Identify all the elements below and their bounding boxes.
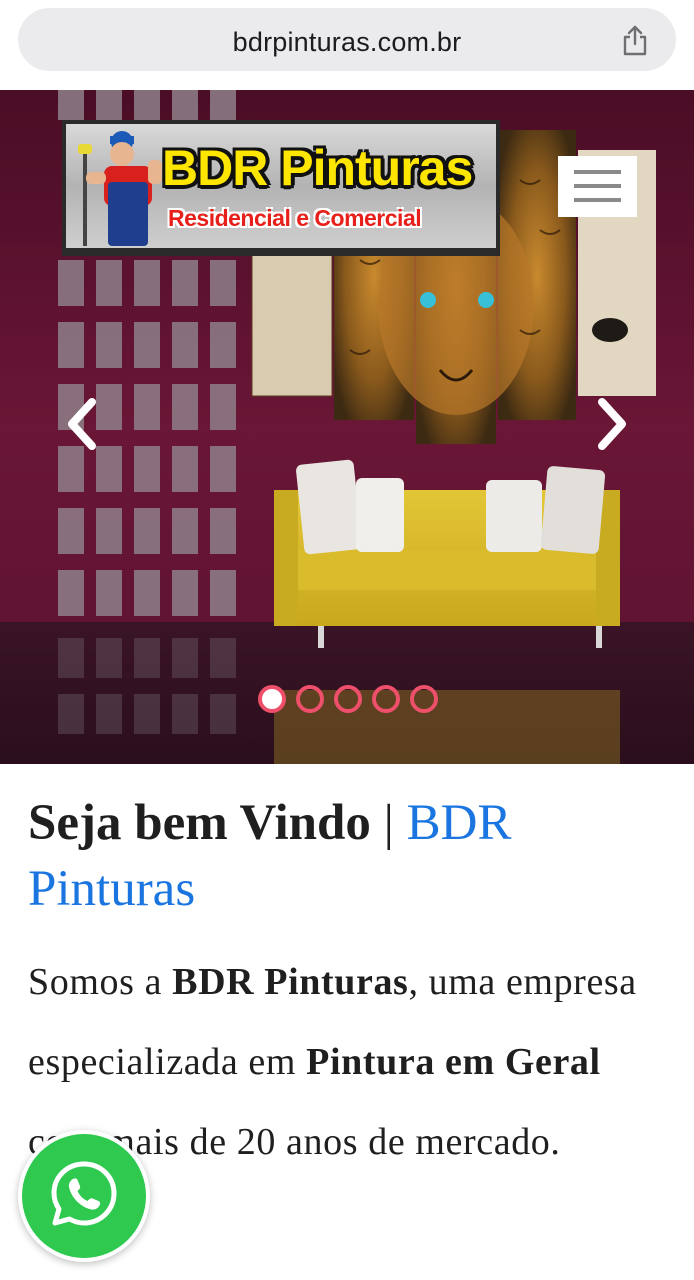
hamburger-menu-button[interactable] (558, 156, 637, 217)
carousel-indicators (258, 685, 458, 715)
heading-text: Seja bem Vindo (28, 795, 371, 851)
hamburger-menu-icon (574, 170, 621, 174)
carousel-indicator-3[interactable] (334, 685, 362, 713)
url-text: bdrpinturas.com.br (232, 27, 462, 57)
carousel-indicator-5[interactable] (410, 685, 438, 713)
chevron-right-icon (598, 398, 626, 450)
heading-separator: | (383, 795, 394, 851)
whatsapp-icon (51, 1161, 117, 1226)
intro-service-name: Pintura em Geral (306, 1041, 601, 1083)
chevron-left-icon (68, 398, 96, 450)
carousel-indicator-1[interactable] (258, 685, 286, 713)
share-icon[interactable] (620, 24, 650, 56)
hamburger-menu-icon-bar (574, 184, 621, 188)
hamburger-menu-icon-bar (574, 198, 621, 202)
site-logo[interactable]: BDR Pinturas Residencial e Comercial (62, 120, 500, 256)
welcome-section: Seja bem Vindo | BDR Pinturas Somos a BD… (28, 790, 668, 1182)
welcome-heading: Seja bem Vindo | BDR Pinturas (28, 790, 668, 922)
browser-toolbar: bdrpinturas.com.br (0, 0, 694, 90)
carousel-indicator-4[interactable] (372, 685, 400, 713)
hero-carousel[interactable]: BDR Pinturas Residencial e Comercial (0, 90, 694, 764)
logo-subtitle: Residencial e Comercial (168, 205, 422, 231)
carousel-prev-button[interactable] (62, 396, 102, 452)
intro-text-1: Somos a (28, 961, 173, 1003)
address-bar[interactable]: bdrpinturas.com.br (18, 8, 676, 71)
intro-company-name: BDR Pinturas (172, 961, 409, 1003)
carousel-next-button[interactable] (592, 396, 632, 452)
carousel-indicator-2[interactable] (296, 685, 324, 713)
logo-title: BDR Pinturas (162, 140, 473, 196)
whatsapp-float-button[interactable] (18, 1130, 150, 1262)
